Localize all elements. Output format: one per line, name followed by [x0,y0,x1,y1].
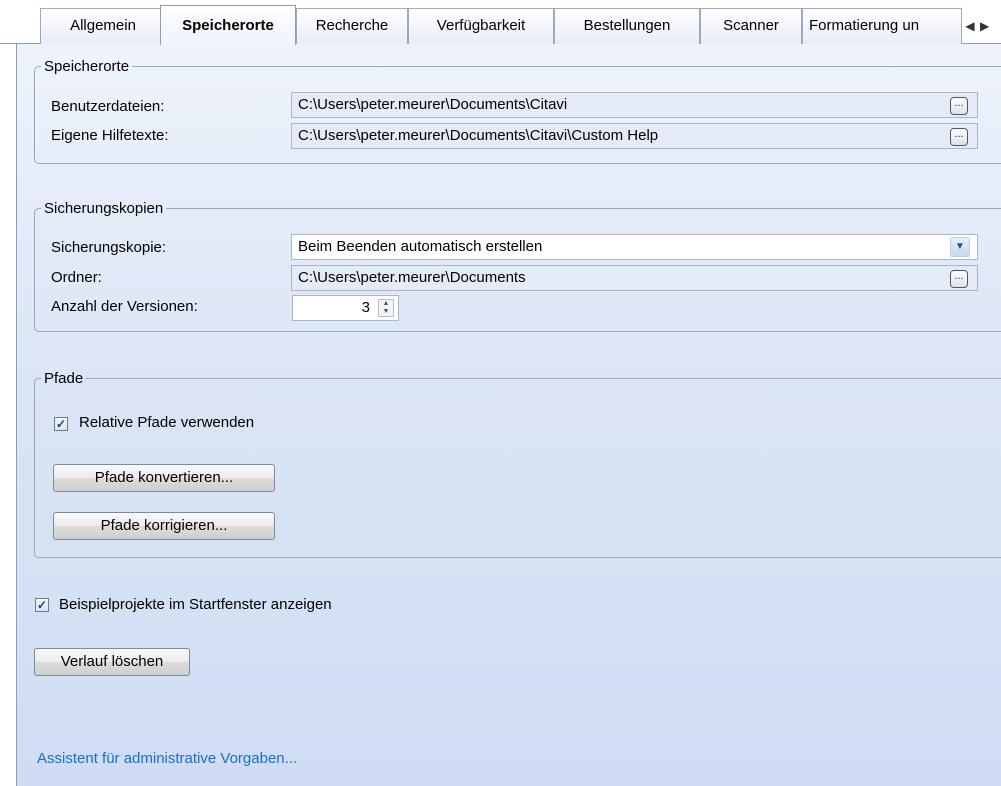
beispielprojekte-checkbox[interactable]: ✓ [35,598,49,612]
benutzerdateien-browse-button[interactable]: ... [950,97,968,115]
hilfetexte-label: Eigene Hilfetexte: [51,127,169,144]
tab-recherche[interactable]: Recherche [296,8,408,44]
settings-panel: Speicherorte Benutzerdateien: C:\Users\p… [16,44,1001,786]
tab-formatierung[interactable]: Formatierung un [802,8,962,44]
relative-pfade-checkbox[interactable]: ✓ [54,417,68,431]
verlauf-loeschen-button[interactable]: Verlauf löschen [34,648,190,676]
ordner-label: Ordner: [51,269,102,286]
versionen-label: Anzahl der Versionen: [51,298,198,315]
relative-pfade-label: Relative Pfade verwenden [79,414,255,431]
hilfetexte-field[interactable]: C:\Users\peter.meurer\Documents\Citavi\C… [291,123,978,149]
tab-verfuegbarkeit[interactable]: Verfügbarkeit [408,8,554,44]
benutzerdateien-field[interactable]: C:\Users\peter.meurer\Documents\Citavi [291,92,978,118]
benutzerdateien-label: Benutzerdateien: [51,98,165,115]
pfade-konvertieren-button[interactable]: Pfade konvertieren... [53,464,275,492]
speicherorte-legend: Speicherorte [44,58,130,75]
pfade-korrigieren-button[interactable]: Pfade korrigieren... [53,512,275,540]
versionen-value: 3 [361,299,370,316]
pfade-legend: Pfade [44,370,84,387]
sicherungskopie-select[interactable]: Beim Beenden automatisch erstellen [291,234,978,260]
ordner-browse-button[interactable]: ... [950,270,968,288]
versionen-stepper[interactable]: 3 ▲ ▼ [292,295,399,321]
beispielprojekte-label: Beispielprojekte im Startfenster anzeige… [59,596,332,613]
ordner-field[interactable]: C:\Users\peter.meurer\Documents [291,265,978,291]
tab-speicherorte[interactable]: Speicherorte [160,5,296,45]
chevron-down-icon[interactable]: ▼ [950,237,970,257]
tab-scroll-left-icon[interactable]: ◀ [962,14,978,38]
tab-bar: Allgemein Speicherorte Recherche Verfügb… [0,0,1001,45]
tab-bestellungen[interactable]: Bestellungen [554,8,700,44]
hilfetexte-browse-button[interactable]: ... [950,128,968,146]
spin-arrows-icon[interactable]: ▲ ▼ [378,299,394,317]
assistent-link[interactable]: Assistent für administrative Vorgaben... [37,750,297,767]
tab-scanner[interactable]: Scanner [700,8,802,44]
sicherungskopie-label: Sicherungskopie: [51,239,167,256]
tab-scroll-right-icon[interactable]: ▶ [980,14,1001,38]
sicherungskopien-legend: Sicherungskopien [44,200,164,217]
tab-allgemein[interactable]: Allgemein [40,8,166,44]
